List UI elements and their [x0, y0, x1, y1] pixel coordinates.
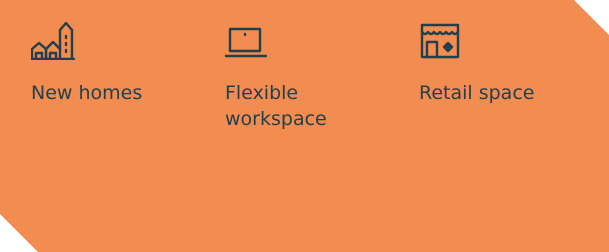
laptop-icon [225, 27, 268, 58]
storefront-icon [420, 23, 460, 59]
feature-new-homes: New homes [31, 22, 201, 106]
feature-flexible-workspace: Flexible workspace [225, 22, 375, 132]
feature-label: Retail space [419, 82, 535, 104]
feature-retail-space: Retail space [419, 22, 589, 106]
feature-panel: New homes Flexible workspace Retail spac… [0, 0, 609, 252]
feature-label: New homes [31, 82, 143, 104]
feature-label: Flexible workspace [225, 82, 327, 130]
homes-buildings-icon [31, 22, 75, 60]
